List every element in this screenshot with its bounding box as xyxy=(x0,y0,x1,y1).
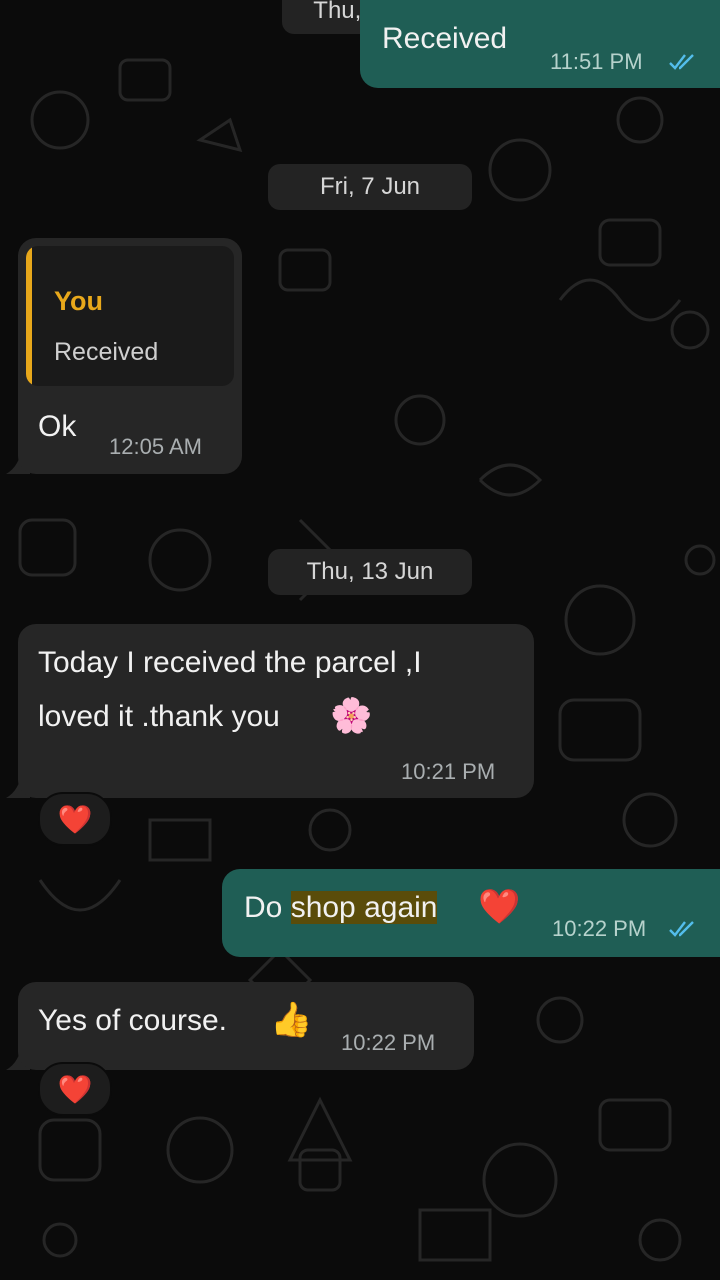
message-text-plain: Do xyxy=(244,891,291,924)
quote-accent-bar xyxy=(26,246,32,386)
search-highlight: shop again xyxy=(290,891,438,924)
date-separator: Thu, 13 Jun xyxy=(268,549,472,595)
message-text: Received xyxy=(382,22,508,55)
outgoing-message[interactable]: Received 11:51 PM xyxy=(360,0,720,88)
heart-emoji: ❤️ xyxy=(478,888,521,926)
outgoing-message[interactable]: Do shop again ❤️ 10:22 PM xyxy=(222,869,720,957)
message-text-line2: loved it .thank you xyxy=(38,700,280,733)
double-check-icon xyxy=(669,54,694,70)
message-time: 10:22 PM xyxy=(341,1030,436,1055)
date-separator: Fri, 7 Jun xyxy=(268,164,472,210)
flower-emoji: 🌸 xyxy=(330,697,373,735)
double-check-icon xyxy=(669,921,694,937)
heart-reaction[interactable]: ❤️ xyxy=(38,1062,112,1116)
incoming-message[interactable]: Yes of course. 👍 10:22 PM xyxy=(18,982,474,1070)
incoming-message[interactable]: Today I received the parcel ,I loved it … xyxy=(18,624,534,798)
message-text-line1: Today I received the parcel ,I xyxy=(38,646,422,679)
heart-reaction[interactable]: ❤️ xyxy=(38,792,112,846)
message-text: Yes of course. xyxy=(38,1004,228,1037)
incoming-message[interactable]: You Received Ok 12:05 AM xyxy=(18,238,242,474)
message-time: 12:05 AM xyxy=(109,434,202,459)
message-text: Do shop again xyxy=(244,891,438,925)
message-time: 10:21 PM xyxy=(401,759,496,784)
message-text: Ok xyxy=(38,410,77,443)
quote-author: You xyxy=(54,286,103,316)
thumbs-up-emoji: 👍 xyxy=(270,1001,313,1039)
quote-text: Received xyxy=(54,338,159,366)
message-time: 11:51 PM xyxy=(550,49,643,74)
message-time: 10:22 PM xyxy=(552,916,647,941)
quoted-message[interactable]: You Received xyxy=(26,246,234,386)
